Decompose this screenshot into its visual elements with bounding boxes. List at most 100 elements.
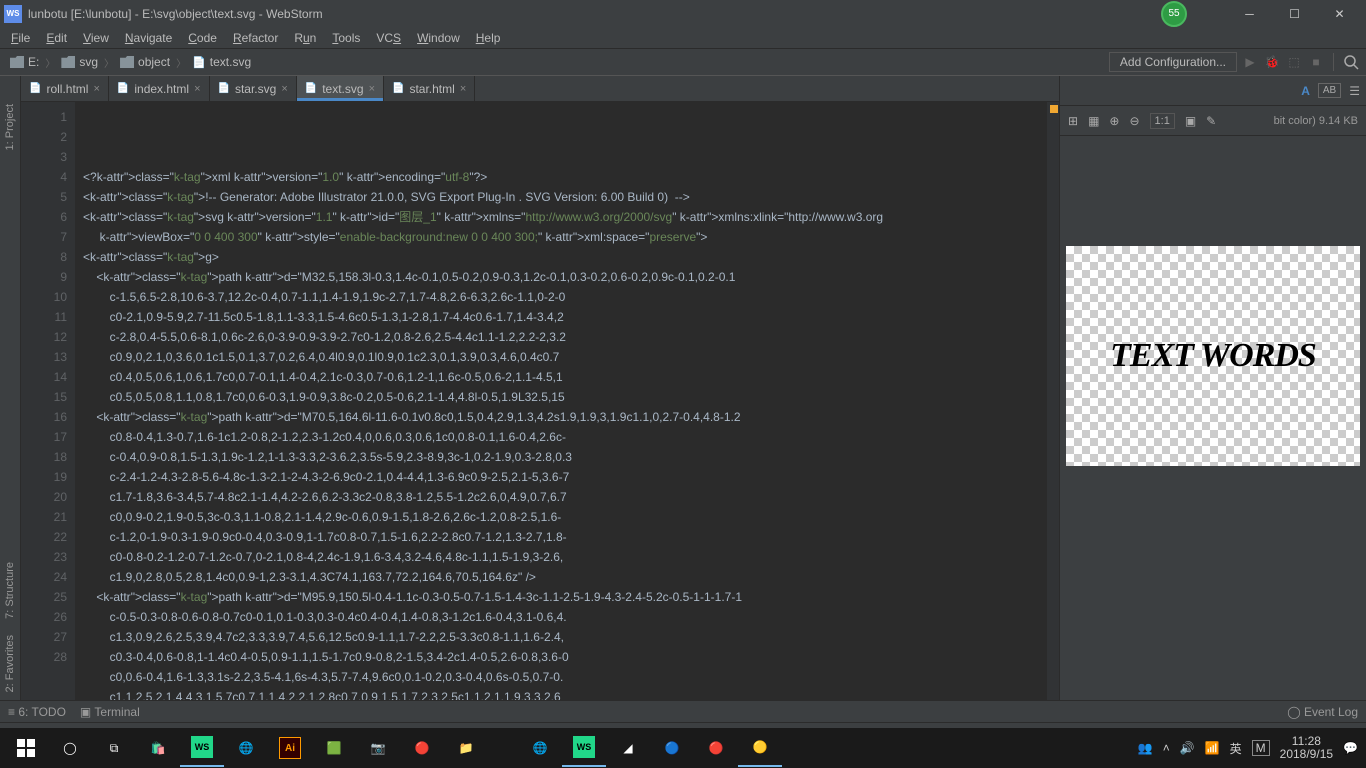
maximize-button[interactable]: ☐ — [1272, 0, 1317, 27]
app-logo: WS — [4, 5, 22, 23]
warning-marker[interactable] — [1050, 105, 1058, 113]
separator — [1333, 53, 1334, 71]
webstorm-running-icon[interactable]: WS — [562, 729, 606, 767]
zoom-out-icon[interactable]: ⊖ — [1129, 114, 1139, 128]
menu-vcs[interactable]: VCS — [369, 29, 408, 47]
left-tool-strip: 1: Project 7: Structure 2: Favorites — [0, 76, 21, 700]
tab-star-html[interactable]: 📄star.html× — [384, 76, 475, 101]
stop-icon[interactable]: ■ — [1307, 53, 1325, 71]
task-view-icon[interactable]: ⧉ — [92, 729, 136, 767]
menu-navigate[interactable]: Navigate — [118, 29, 179, 47]
folder-icon — [61, 56, 75, 68]
volume-icon[interactable]: 🔊 — [1180, 741, 1195, 755]
illustrator-icon[interactable]: Ai — [268, 729, 312, 767]
zoom-in-icon[interactable]: ⊕ — [1109, 114, 1119, 128]
menu-file[interactable]: File — [4, 29, 37, 47]
debug-icon[interactable]: 🐞 — [1263, 53, 1281, 71]
breadcrumb-svg[interactable]: svg — [57, 53, 102, 71]
run-icon[interactable]: ▶ — [1241, 53, 1259, 71]
notifications-icon[interactable]: 💬 — [1343, 741, 1358, 755]
app-icon-3[interactable]: 🔴 — [400, 729, 444, 767]
eyedropper-icon[interactable]: ✎ — [1206, 114, 1216, 128]
menu-window[interactable]: Window — [410, 29, 467, 47]
close-icon[interactable]: × — [93, 83, 99, 95]
window-title: lunbotu [E:\lunbotu] - E:\svg\object\tex… — [28, 7, 1161, 21]
notification-badge[interactable]: 55 — [1161, 1, 1187, 27]
font-ab-icon[interactable]: AB — [1318, 83, 1341, 98]
network-icon[interactable]: 📶 — [1205, 741, 1220, 755]
file-icon: 📄 — [192, 56, 206, 69]
menu-help[interactable]: Help — [469, 29, 508, 47]
preview-panel: A AB ☰ ⊞ ▦ ⊕ ⊖ 1:1 ▣ ✎ bit color) 9.14 K… — [1059, 76, 1366, 700]
tab-text-svg[interactable]: 📄text.svg× — [297, 76, 384, 101]
minimize-button[interactable]: ─ — [1227, 0, 1272, 27]
fit-icon[interactable]: ▣ — [1185, 114, 1196, 128]
menu-run[interactable]: Run — [287, 29, 323, 47]
close-icon[interactable]: × — [194, 83, 200, 95]
tool-terminal[interactable]: ▣ Terminal — [80, 705, 140, 719]
breadcrumb-object[interactable]: object — [116, 53, 174, 71]
svg-preview-canvas[interactable]: TEXT WORDS — [1066, 246, 1360, 466]
close-icon[interactable]: × — [369, 83, 375, 95]
bottom-tool-strip: ≡ 6: TODO ▣ Terminal ◯ Event Log — [0, 700, 1366, 722]
chevron-right-icon: 〉 — [176, 55, 186, 70]
app-icon-5[interactable]: 🔵 — [650, 729, 694, 767]
app-icon-1[interactable]: 🟩 — [312, 729, 356, 767]
browser-icon[interactable]: 🌐 — [224, 729, 268, 767]
editor-body[interactable]: 1234567891011121314151617181920212223242… — [21, 102, 1059, 700]
preview-zoom-toolbar: ⊞ ▦ ⊕ ⊖ 1:1 ▣ ✎ bit color) 9.14 KB — [1060, 106, 1366, 136]
sidebar-tab-structure[interactable]: 7: Structure — [0, 554, 20, 627]
event-log-button[interactable]: ◯ Event Log — [1287, 705, 1358, 719]
app-icon-4[interactable]: 🌐 — [518, 729, 562, 767]
tool-todo[interactable]: ≡ 6: TODO — [8, 705, 66, 719]
breadcrumb-root[interactable]: E: — [6, 53, 43, 71]
close-icon[interactable]: × — [281, 83, 287, 95]
tab-index-html[interactable]: 📄index.html× — [109, 76, 210, 101]
menu-view[interactable]: View — [76, 29, 116, 47]
sidebar-tab-project[interactable]: 1: Project — [0, 96, 20, 158]
add-configuration-button[interactable]: Add Configuration... — [1109, 52, 1237, 72]
file-explorer-icon[interactable]: 📁 — [444, 729, 488, 767]
breadcrumb: E: 〉 svg 〉 object 〉 📄text.svg — [6, 53, 1109, 71]
tab-roll-html[interactable]: 📄roll.html× — [21, 76, 109, 101]
app-icon-6[interactable]: 🔴 — [694, 729, 738, 767]
tab-star-svg[interactable]: 📄star.svg× — [210, 76, 297, 101]
cortana-icon[interactable]: ◯ — [48, 729, 92, 767]
coverage-icon[interactable]: ⬚ — [1285, 53, 1303, 71]
breadcrumb-file[interactable]: 📄text.svg — [188, 53, 255, 71]
zoom-level[interactable]: 1:1 — [1150, 113, 1175, 129]
file-icon: 📄 — [392, 83, 404, 94]
search-icon[interactable] — [1342, 53, 1360, 71]
tray-chevron-icon[interactable]: ˄ — [1163, 741, 1170, 755]
chevron-right-icon: 〉 — [104, 55, 114, 70]
menu-edit[interactable]: Edit — [39, 29, 74, 47]
steam-icon[interactable]: ◢ — [606, 729, 650, 767]
start-button[interactable] — [4, 729, 48, 767]
close-button[interactable]: ✕ — [1317, 0, 1362, 27]
error-stripe[interactable] — [1047, 102, 1059, 700]
webstorm-taskbar-icon[interactable]: WS — [180, 729, 224, 767]
code-content[interactable]: <?k-attr">class="k-tag">xml k-attr">vers… — [75, 102, 1059, 700]
system-tray: 👥 ˄ 🔊 📶 英 M 11:282018/9/15 💬 — [1138, 735, 1362, 761]
grid-icon[interactable]: ⊞ — [1068, 114, 1078, 128]
menu-code[interactable]: Code — [181, 29, 224, 47]
ime-mode[interactable]: M — [1252, 740, 1270, 756]
list-icon[interactable]: ☰ — [1349, 84, 1360, 98]
sidebar-tab-favorites[interactable]: 2: Favorites — [0, 627, 20, 700]
close-icon[interactable]: × — [460, 83, 466, 95]
file-icon: 📄 — [305, 83, 317, 94]
ime-indicator[interactable]: 英 — [1230, 740, 1242, 757]
app-icon-2[interactable]: 📷 — [356, 729, 400, 767]
checker-icon[interactable]: ▦ — [1088, 114, 1099, 128]
main-area: 1: Project 7: Structure 2: Favorites 📄ro… — [0, 76, 1366, 700]
clock[interactable]: 11:282018/9/15 — [1280, 735, 1333, 761]
font-a-icon[interactable]: A — [1301, 84, 1310, 98]
store-icon[interactable]: 🛍️ — [136, 729, 180, 767]
chrome-icon[interactable]: 🟡 — [738, 729, 782, 767]
people-icon[interactable]: 👥 — [1138, 741, 1153, 755]
menu-tools[interactable]: Tools — [325, 29, 367, 47]
menu-refactor[interactable]: Refactor — [226, 29, 285, 47]
windows-taskbar: ◯ ⧉ 🛍️ WS 🌐 Ai 🟩 📷 🔴 📁 🌐 WS ◢ 🔵 🔴 🟡 👥 ˄ … — [0, 728, 1366, 768]
titlebar: WS lunbotu [E:\lunbotu] - E:\svg\object\… — [0, 0, 1366, 27]
menubar: File Edit View Navigate Code Refactor Ru… — [0, 27, 1366, 49]
